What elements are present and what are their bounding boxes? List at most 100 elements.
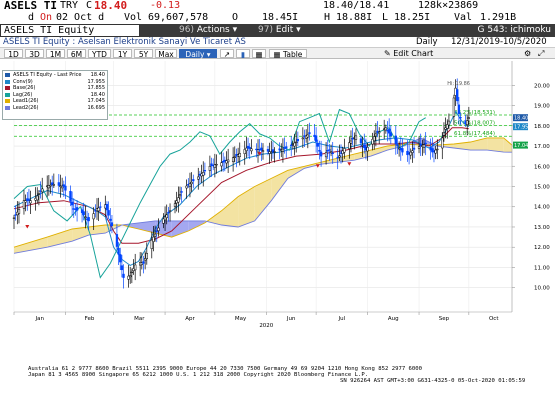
candle-body xyxy=(295,141,298,144)
x-tick-label: Jun xyxy=(286,316,296,322)
x-tick-label: Sep xyxy=(439,316,450,322)
candle-body xyxy=(220,162,223,167)
candle-body xyxy=(248,146,251,149)
date-range[interactable]: 12/31/2019-10/5/2020 xyxy=(451,37,547,48)
candle-body xyxy=(92,213,95,220)
frequency-value: Daily xyxy=(185,50,205,59)
candle-body xyxy=(120,265,124,271)
candle-body xyxy=(260,147,263,151)
candle-body xyxy=(97,207,100,212)
table-icon: ▦ xyxy=(273,50,281,59)
bar-chart-icon[interactable]: ▦ xyxy=(252,49,266,59)
table-button[interactable]: ▦ Table xyxy=(269,49,307,59)
candle-body xyxy=(412,147,416,150)
command-input[interactable]: ASELS TI Equity xyxy=(0,24,140,37)
candle-body xyxy=(107,210,110,216)
line-chart-icon[interactable]: ↗ xyxy=(220,49,234,59)
open-date: 02 Oct d xyxy=(56,12,105,23)
open-price-label: O xyxy=(232,12,239,23)
range-5y[interactable]: 5Y xyxy=(134,49,153,59)
screen-code: G 543: ichimoku xyxy=(477,25,551,35)
traded-value: 1.291B xyxy=(480,12,517,23)
candle-body xyxy=(70,201,74,206)
edit-menu-number: 97) xyxy=(258,25,273,35)
candle-body xyxy=(329,151,333,153)
candle-body xyxy=(331,152,334,154)
footer: Australia 61 2 9777 8600 Brazil 5511 239… xyxy=(0,362,555,400)
range-max[interactable]: Max xyxy=(155,49,177,59)
range-1d[interactable]: 1D xyxy=(4,49,23,59)
y-tick-label: 19.00 xyxy=(534,104,550,110)
candle-body xyxy=(378,131,381,134)
candle-body xyxy=(324,152,328,158)
candle-body xyxy=(29,200,32,204)
edit-menu[interactable]: 97) Edit ▾ xyxy=(255,25,301,36)
frequency-select[interactable]: Daily ▾ xyxy=(179,49,217,59)
candle-body xyxy=(250,148,253,152)
candle-body xyxy=(157,227,160,231)
candle-body xyxy=(168,210,172,212)
volume-value: 69,607,578 xyxy=(148,12,209,23)
candle-body xyxy=(401,148,404,153)
candle-body xyxy=(64,185,67,191)
chevron-down-icon: ▾ xyxy=(296,25,301,35)
candle-body xyxy=(306,134,309,138)
candle-body xyxy=(231,157,235,162)
legend-swatch xyxy=(5,92,10,97)
y-tick-label: 14.00 xyxy=(534,205,550,211)
actions-menu[interactable]: 96) Actions ▾ xyxy=(176,25,237,36)
currency-label: TRY xyxy=(60,0,79,11)
x-axis-title: 2020 xyxy=(259,323,273,329)
fib-level-label: 61.8%(17.484) xyxy=(454,131,495,137)
expand-icon[interactable]: ⤢ xyxy=(538,48,544,59)
candle-body xyxy=(281,148,285,152)
candle-body xyxy=(384,127,387,131)
settings-icon[interactable]: ⚙ xyxy=(524,48,531,59)
candle-body xyxy=(359,138,363,144)
y-tick-label: 18.00 xyxy=(534,124,550,130)
candle-body xyxy=(52,184,55,186)
legend-swatch xyxy=(5,105,10,110)
x-tick-label: Aug xyxy=(388,316,399,322)
price-change: -0.13 xyxy=(150,0,181,11)
price-tag-label: 17.955 xyxy=(514,125,532,131)
ticker-label[interactable]: ASELS TI xyxy=(4,0,57,12)
candle-body xyxy=(129,275,132,278)
range-1y[interactable]: 1Y xyxy=(113,49,132,59)
legend-value: 17.955 xyxy=(87,78,106,85)
candle-body xyxy=(442,132,446,136)
fib-level-label: 50.0%(18.007) xyxy=(454,121,495,127)
legend-label: Conv(9) xyxy=(13,78,33,85)
candle-chart-icon[interactable]: ▮ xyxy=(236,49,250,59)
candle-body xyxy=(261,150,265,152)
edit-chart-button[interactable]: ✎ Edit Chart xyxy=(384,48,433,59)
high-annotation: Hi: 19.86 xyxy=(447,81,470,87)
candle-body xyxy=(208,166,212,171)
low-label: L xyxy=(382,12,389,23)
candle-body xyxy=(411,150,414,153)
candle-body xyxy=(394,135,397,145)
range-ytd[interactable]: YTD xyxy=(88,49,111,59)
range-6m[interactable]: 6M xyxy=(67,49,86,59)
range-1m[interactable]: 1M xyxy=(46,49,65,59)
edit-menu-label: Edit xyxy=(275,25,294,35)
x-tick-label: Oct xyxy=(489,316,499,322)
candle-body xyxy=(12,217,16,219)
candle-body xyxy=(273,151,276,153)
actions-menu-number: 96) xyxy=(179,25,194,35)
period-label[interactable]: Daily xyxy=(416,37,438,48)
range-3d[interactable]: 3D xyxy=(25,49,44,59)
candle-body xyxy=(142,261,145,264)
candle-body xyxy=(165,214,168,219)
last-price: 18.40 xyxy=(94,0,128,12)
candle-body xyxy=(115,234,119,247)
candle-body xyxy=(336,156,339,159)
candle-body xyxy=(233,156,236,158)
close-prefix: C xyxy=(86,0,93,11)
chart-legend[interactable]: ASELS TI Equity - Last Price 18.40 Conv(… xyxy=(2,70,108,120)
y-tick-label: 12.00 xyxy=(534,245,550,251)
candle-body xyxy=(343,148,346,153)
y-tick-label: 10.00 xyxy=(534,286,550,292)
candle-body xyxy=(466,120,469,125)
candle-body xyxy=(17,209,21,214)
